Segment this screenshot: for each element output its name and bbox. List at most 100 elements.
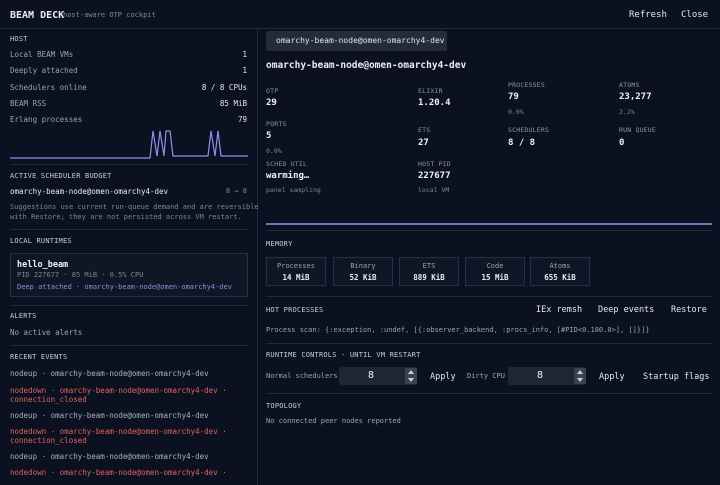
host-row-label: Erlang processes [10,115,83,124]
dirty-cpu-value[interactable]: 8 [508,370,572,381]
host-row-label: Deeply attached [10,66,78,75]
metric-label: ETS [418,126,431,134]
divider [266,343,712,344]
metric-value: 27 [418,138,429,148]
host-row-label: Schedulers online [10,83,87,92]
refresh-button[interactable]: Refresh [629,10,667,20]
dirty-cpu-stepper[interactable]: 8 [508,367,586,385]
alerts-empty: No active alerts [10,328,83,337]
decrement-arrow-icon[interactable] [574,376,586,384]
topology-empty: No connected peer nodes reported [266,417,401,425]
event-item: nodedown · omarchy-beam-node@omen-omarch… [10,386,227,395]
event-item-detail: connection_closed [10,436,87,445]
metric-label: OTP [266,87,279,95]
memory-card-value: 14 MiB [282,273,310,282]
column-divider [257,28,258,485]
runtime-info: PID 227677 · 85 MiB · 0.5% CPU [17,271,144,279]
divider [10,229,248,230]
apply-dirty-button[interactable]: Apply [599,372,625,382]
metric-value: 227677 [418,171,451,181]
metric-sub: local VM [418,186,450,194]
memory-card-label: Binary [350,262,376,270]
metric-value: 29 [266,98,277,108]
budget-section-label: ACTIVE SCHEDULER BUDGET [10,172,112,180]
host-row-value: 85 MiB [219,99,247,108]
metric-value: warming… [266,171,310,181]
runtime-controls-section-label: RUNTIME CONTROLS · UNTIL VM RESTART [266,351,421,359]
deep-events-button[interactable]: Deep events [598,305,654,315]
runtime-card[interactable]: hello_beam PID 227677 · 85 MiB · 0.5% CP… [10,253,248,297]
alerts-section-label: ALERTS [10,312,37,320]
metric-value: 0 [619,138,625,148]
normal-schedulers-value[interactable]: 8 [339,370,403,381]
metric-label: SCHEDULERS [508,126,550,134]
header-divider [0,28,720,29]
budget-node: omarchy-beam-node@omen-omarchy4-dev [10,187,169,196]
metric-sub: 2.2% [619,108,635,116]
metric-value: 23,277 [619,92,652,102]
host-section-label: HOST [10,35,28,43]
local-runtimes-section-label: LOCAL RUNTIMES [10,237,72,245]
topology-section-label: TOPOLOGY [266,402,302,410]
metric-value: 1.20.4 [418,98,451,108]
node-tab[interactable]: omarchy-beam-node@omen-omarchy4-dev [266,31,447,51]
divider [266,393,712,394]
memory-card: Binary 52 KiB [333,257,393,286]
metric-label: RUN QUEUE [619,126,657,134]
metric-label: PORTS [266,120,287,128]
memory-card-label: Processes [277,262,315,270]
budget-value: 8 → 8 [225,187,247,195]
memory-card-label: ETS [422,262,436,270]
memory-card: Processes 14 MiB [266,257,326,286]
memory-card-value: 889 KiB [413,273,445,282]
runtime-link[interactable]: Deep attached · omarchy-beam-node@omen-o… [17,283,232,291]
host-row-value: 1 [242,50,247,59]
increment-arrow-icon[interactable] [405,368,417,376]
divider [10,164,248,165]
host-row-value: 8 / 8 CPUs [201,83,247,92]
iex-remsh-button[interactable]: IEx remsh [536,305,582,315]
memory-card-value: 655 KiB [544,273,576,282]
metric-sub: 0.0% [508,108,524,116]
metric-value: 79 [508,92,519,102]
apply-normal-button[interactable]: Apply [430,372,456,382]
node-title: omarchy-beam-node@omen-omarchy4-dev [266,60,467,71]
host-row-label: BEAM RSS [10,99,47,108]
event-item: nodedown · omarchy-beam-node@omen-omarch… [10,427,227,436]
metric-value: 8 / 8 [508,138,536,148]
metric-label: HOST PID [418,160,451,168]
memory-card-label: Code [486,262,504,270]
host-row-value: 1 [242,66,247,75]
event-item: nodedown · omarchy-beam-node@omen-omarch… [10,468,227,477]
memory-section-label: MEMORY [266,240,293,248]
memory-card-value: 52 KiB [349,273,377,282]
hot-processes-section-label: HOT PROCESSES [266,306,324,314]
memory-card: ETS 889 KiB [399,257,459,286]
event-item: nodeup · omarchy-beam-node@omen-omarchy4… [10,369,209,378]
decrement-arrow-icon[interactable] [405,376,417,384]
startup-flags-button[interactable]: Startup flags [643,372,710,382]
budget-note: with Restore; they are not persisted acr… [10,213,242,221]
normal-schedulers-stepper[interactable]: 8 [339,367,417,385]
divider [10,305,248,306]
normal-schedulers-label: Normal schedulers [266,372,338,380]
event-item: nodeup · omarchy-beam-node@omen-omarchy4… [10,452,209,461]
increment-arrow-icon[interactable] [574,368,586,376]
app-title: BEAM DECK [10,10,65,21]
host-sparkline [10,130,248,159]
divider [266,296,712,297]
memory-card-label: Atoms [549,262,571,270]
app-subtitle: host-aware OTP cockpit [63,11,156,19]
metric-label: ELIXIR [418,87,443,95]
close-button[interactable]: Close [681,10,708,20]
metric-sub: panel sampling [266,186,321,194]
restore-button[interactable]: Restore [671,305,707,315]
host-row-label: Local BEAM VMs [10,50,74,59]
memory-card: Atoms 655 KiB [530,257,590,286]
metric-label: ATOMS [619,81,640,89]
event-item: nodeup · omarchy-beam-node@omen-omarchy4… [10,411,209,420]
divider [10,345,248,346]
sched-util-sparkline [266,223,712,225]
runtime-name: hello_beam [17,260,69,270]
process-scan-text: Process scan: {:exception, :undef, [{:ob… [266,326,650,334]
